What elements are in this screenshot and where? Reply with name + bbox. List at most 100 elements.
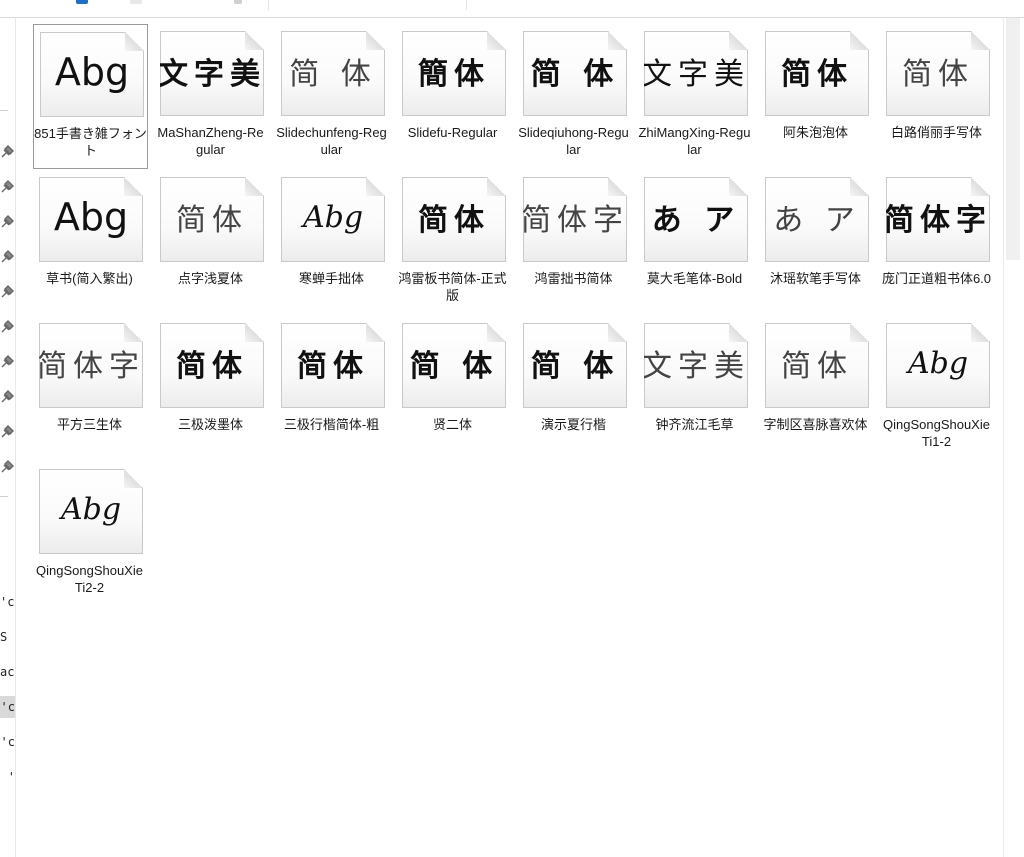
toolbar-icon[interactable] [76, 0, 88, 4]
file-name: Slidechunfeng-Regular [276, 125, 387, 157]
nav-item[interactable]: c' ( [0, 696, 15, 718]
pin-icon[interactable] [0, 214, 14, 228]
file-name: 三极泼墨体 [177, 417, 243, 432]
toolbar-separator [268, 0, 269, 10]
font-preview-glyphs: 简体 [902, 57, 974, 92]
file-item[interactable]: 简 体演示夏行楷 [517, 316, 632, 461]
file-name: 沐瑶软笔手写体 [769, 271, 861, 286]
file-item[interactable]: 文字美 钟齐流江毛草 [638, 316, 753, 461]
file-item[interactable]: 簡体 Slidefu-Regular [396, 24, 511, 169]
nav-divider [0, 496, 8, 497]
file-name: ZhiMangXing-Regular [638, 125, 751, 157]
file-item[interactable]: 简体 三极泼墨体 [154, 316, 269, 461]
file-item[interactable]: 简体 点字浅夏体 [154, 170, 269, 315]
font-preview-glyphs: 简体字 [39, 349, 143, 384]
font-preview-glyphs: 簡体 [418, 57, 490, 92]
file-name: 草书(简入繁出) [46, 271, 133, 286]
toolbar-icon[interactable] [234, 0, 242, 4]
file-item[interactable]: Abg 寒蝉手拙体 [275, 170, 390, 315]
font-preview-glyphs: 文字美 [644, 57, 748, 92]
nav-item[interactable]: ' ( [0, 766, 15, 788]
vertical-scrollbar[interactable] [1003, 18, 1024, 857]
file-name: MaShanZheng-Regular [157, 125, 264, 157]
font-preview-glyphs: 简 体 [530, 57, 620, 92]
file-name: 寒蝉手拙体 [298, 271, 364, 286]
file-item[interactable]: あ ア莫大毛笔体-Bold [638, 170, 753, 315]
font-preview-glyphs: Abg [302, 199, 364, 235]
nav-item[interactable]: c' ( [0, 731, 15, 753]
toolbar-separator [466, 0, 467, 10]
file-grid: Abg 851手書き雑フォント 文字美 MaShanZheng-Regular 简 体S… [16, 18, 1002, 857]
file-item[interactable]: 简体字 鸿雷拙书简体 [517, 170, 632, 315]
file-name: 点字浅夏体 [177, 271, 243, 286]
file-name: 莫大毛笔体-Bold [646, 271, 743, 286]
file-name: 贤二体 [432, 417, 472, 432]
pin-icon[interactable] [0, 144, 14, 158]
font-preview-glyphs: 简体字 [886, 203, 990, 238]
file-item[interactable]: 简体三极行楷简体-粗 [275, 316, 390, 461]
nav-item[interactable]: c' [0, 591, 15, 613]
font-preview-glyphs: 简体 [176, 349, 248, 384]
font-preview-glyphs: 简体 [781, 349, 853, 384]
file-name: 三极行楷简体-粗 [283, 417, 380, 432]
toolbar-icon[interactable] [130, 0, 142, 4]
pin-icon[interactable] [0, 389, 14, 403]
nav-item[interactable]: S [0, 626, 15, 648]
font-preview-glyphs: Abg [907, 345, 969, 381]
file-name: 钟齐流江毛草 [655, 417, 734, 432]
file-item[interactable]: 简 体 Slidechunfeng-Regular [275, 24, 390, 169]
font-preview-glyphs: 简 体 [289, 57, 377, 92]
file-item[interactable]: Abg QingSongShouXieTi1-2 [880, 316, 995, 461]
file-name: 字制区喜脉喜欢体 [763, 417, 868, 432]
file-item[interactable]: 简体 阿朱泡泡体 [759, 24, 874, 169]
file-name: 白路俏丽手写体 [890, 125, 982, 140]
file-item[interactable]: 简体字制区喜脉喜欢体 [759, 316, 874, 461]
file-name: 鸿雷拙书简体 [534, 271, 613, 286]
file-item[interactable]: 文字美 MaShanZheng-Regular [154, 24, 269, 169]
file-name: Slidefu-Regular [407, 125, 498, 140]
pin-icon[interactable] [0, 249, 14, 263]
file-item[interactable]: 简体 白路俏丽手写体 [880, 24, 995, 169]
pin-icon[interactable] [0, 354, 14, 368]
file-name: 平方三生体 [56, 417, 122, 432]
file-item[interactable]: あ ア沐瑶软笔手写体 [759, 170, 874, 315]
font-preview-glyphs: 文字美 [160, 57, 264, 92]
pin-icon[interactable] [0, 319, 14, 333]
file-name: QingSongShouXieTi1-2 [883, 417, 990, 449]
file-name: 851手書き雑フォント [34, 126, 147, 158]
pin-icon[interactable] [0, 284, 14, 298]
file-item[interactable]: Abg 草书(简入繁出) [33, 170, 148, 315]
file-item[interactable]: 文字美 ZhiMangXing-Regular [638, 24, 753, 169]
font-preview-glyphs: Abg [53, 195, 129, 239]
file-item[interactable]: 简体字庞门正道粗书体6.0 [880, 170, 995, 315]
file-item[interactable]: 简 体贤二体 [396, 316, 511, 461]
nav-item[interactable]: ac [0, 661, 15, 683]
pin-icon[interactable] [0, 179, 14, 193]
file-name: QingSongShouXieTi2-2 [36, 563, 143, 595]
nav-divider [0, 110, 8, 111]
font-preview-glyphs: 文字美 [644, 349, 748, 384]
font-preview-glyphs: Abg [54, 50, 130, 94]
file-item[interactable]: 简体鸿雷板书简体-正式版 [396, 170, 511, 315]
font-preview-glyphs: あ ア [651, 203, 741, 238]
file-item[interactable]: 简体字 平方三生体 [33, 316, 148, 461]
font-preview-glyphs: Abg [60, 491, 122, 527]
pin-icon[interactable] [0, 459, 14, 473]
navigation-pane: c' Sac c' ( c' ( ' ( [0, 18, 16, 857]
font-preview-glyphs: 简 体 [530, 349, 620, 384]
pin-icon[interactable] [0, 424, 14, 438]
font-preview-glyphs: 简体 [781, 57, 853, 92]
font-preview-glyphs: 简体 [418, 203, 490, 238]
font-preview-glyphs: あ ア [773, 203, 861, 238]
font-preview-glyphs: 简体 [297, 349, 369, 384]
file-item[interactable]: Abg 851手書き雑フォント [33, 24, 148, 169]
file-name: 鸿雷板书简体-正式版 [398, 271, 507, 303]
file-name: 庞门正道粗书体6.0 [881, 271, 992, 286]
file-item[interactable]: Abg QingSongShouXieTi2-2 [33, 462, 148, 607]
scrollbar-thumb[interactable] [1006, 18, 1020, 260]
file-item[interactable]: 简 体 Slideqiuhong-Regular [517, 24, 632, 169]
font-preview-glyphs: 简体 [176, 203, 248, 238]
file-name: 演示夏行楷 [540, 417, 606, 432]
file-name: 阿朱泡泡体 [782, 125, 848, 140]
file-name: Slideqiuhong-Regular [518, 125, 629, 157]
